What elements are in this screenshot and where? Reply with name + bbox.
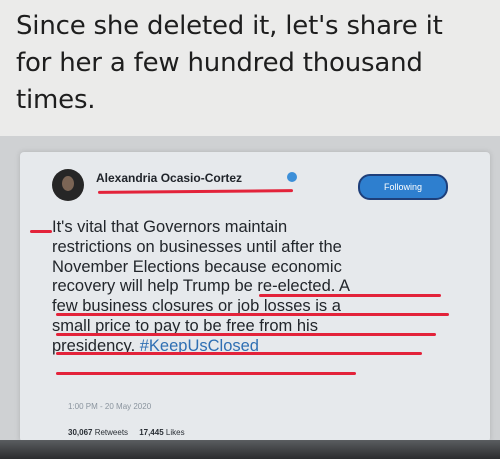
red-marker-underline <box>56 372 356 375</box>
retweets-count[interactable]: 30,067 <box>68 428 92 437</box>
following-button[interactable]: Following <box>358 174 448 200</box>
red-marker-underline <box>56 333 436 336</box>
red-marker-underline <box>56 352 422 355</box>
tweet-text-line: November Elections because economic <box>52 257 342 276</box>
red-marker-underline <box>259 294 441 297</box>
author-avatar[interactable] <box>52 169 84 201</box>
post-caption: Since she deleted it, let's share it for… <box>16 8 486 119</box>
retweets-label[interactable]: Retweets <box>95 428 128 437</box>
tweet-author-name[interactable]: Alexandria Ocasio-Cortez <box>96 171 242 185</box>
likes-count[interactable]: 17,445 <box>139 428 163 437</box>
red-marker-dash <box>30 230 52 233</box>
avatar-face <box>62 176 74 191</box>
likes-label[interactable]: Likes <box>166 428 185 437</box>
red-marker-underline <box>56 313 449 316</box>
caption-line: Since she deleted it, let's share it <box>16 11 443 41</box>
tweet-stats: 30,067 Retweets 17,445 Likes <box>68 428 185 437</box>
caption-line: times. <box>16 85 96 115</box>
photo-bottom-edge <box>0 440 500 459</box>
tweet-timestamp[interactable]: 1:00 PM - 20 May 2020 <box>68 402 151 411</box>
caption-line: for her a few hundred thousand <box>16 48 423 78</box>
verified-badge-icon <box>287 172 297 182</box>
tweet-text-line: restrictions on businesses until after t… <box>52 237 342 256</box>
tweet-text-line: It's vital that Governors maintain <box>52 218 288 236</box>
